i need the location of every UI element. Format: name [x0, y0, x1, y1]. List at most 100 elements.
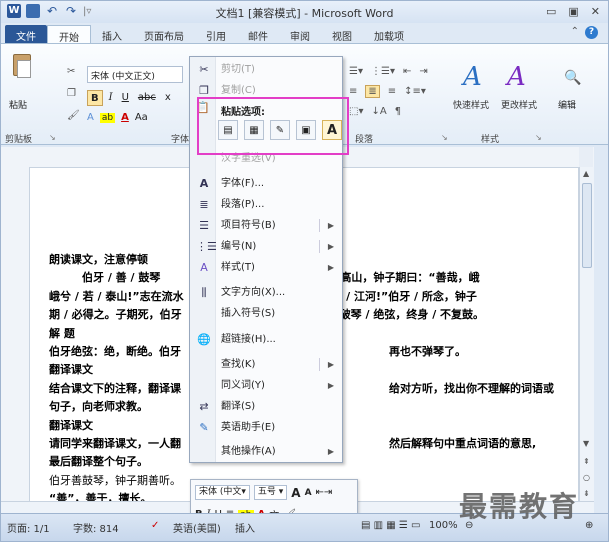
decrease-indent-icon[interactable]: ⇤: [403, 66, 411, 77]
increase-indent-icon[interactable]: ⇥: [419, 66, 427, 77]
text-effect-icon[interactable]: A: [87, 112, 94, 123]
word-window: W ↶ ↷ |▿ 文档1 [兼容模式] - Microsoft Word ▭ ▣…: [0, 0, 609, 542]
status-word-count[interactable]: 字数: 814: [73, 520, 119, 535]
change-styles-icon[interactable]: A: [507, 62, 526, 92]
menu-item-cut[interactable]: ✂ 剪切(T): [190, 59, 342, 80]
edit-label[interactable]: 编辑: [558, 98, 576, 111]
clipboard-launcher-icon[interactable]: ↘: [49, 133, 56, 142]
menu-item-english-assistant[interactable]: ✎ 英语助手(E): [190, 417, 342, 438]
menu-item-translate[interactable]: ⇄ 翻译(S): [190, 396, 342, 417]
styles-icon: A: [200, 261, 208, 274]
font-color-row: A ab A Aa: [87, 112, 148, 123]
grow-font-button[interactable]: A: [291, 486, 300, 500]
scroll-down-icon[interactable]: ▼: [583, 439, 589, 448]
quick-styles-icon[interactable]: A: [463, 62, 482, 92]
menu-item-synonyms[interactable]: 同义词(Y) ▶: [190, 375, 342, 396]
tab-insert[interactable]: 插入: [91, 25, 133, 43]
tab-home[interactable]: 开始: [47, 25, 91, 44]
scroll-up-icon[interactable]: ▲: [583, 169, 589, 178]
paste-options-highlight: [197, 97, 349, 155]
tab-view[interactable]: 视图: [321, 25, 363, 43]
submenu-arrow-icon: ▶: [327, 360, 334, 369]
align-right-icon[interactable]: ≡: [388, 86, 396, 97]
paste-button[interactable]: [9, 50, 35, 84]
format-painter-icon[interactable]: 🖌: [67, 110, 80, 121]
next-page-icon[interactable]: ⇟: [583, 489, 590, 498]
ribbon-right-controls: ⌃ ?: [571, 26, 598, 39]
find-icon[interactable]: 🔍: [564, 70, 581, 86]
mini-indent-icon[interactable]: ⇤⇥: [316, 487, 333, 498]
shrink-font-button[interactable]: A: [305, 488, 312, 498]
copy-icon[interactable]: ❐: [67, 88, 76, 99]
minimize-button[interactable]: ▭: [546, 5, 556, 18]
scroll-thumb[interactable]: [582, 183, 592, 268]
tab-review[interactable]: 审阅: [279, 25, 321, 43]
status-page[interactable]: 页面: 1/1: [7, 520, 50, 535]
status-zoom[interactable]: 100%: [429, 520, 458, 531]
justify-icon[interactable]: ≣: [365, 85, 380, 98]
submenu-arrow-icon: ▶: [327, 447, 334, 456]
quick-styles-label[interactable]: 快速样式: [453, 98, 489, 111]
menu-item-insert-symbol[interactable]: 插入符号(S): [190, 303, 342, 324]
menu-item-bullets[interactable]: ☰ 项目符号(B) ▶: [190, 215, 342, 236]
close-button[interactable]: ✕: [591, 5, 600, 18]
underline-button[interactable]: U: [119, 90, 132, 106]
font-color-button[interactable]: A: [121, 112, 129, 123]
tab-addins[interactable]: 加载项: [363, 25, 415, 43]
ribbon-tabs: 文件 开始 插入 页面布局 引用 邮件 审阅 视图 加载项: [1, 23, 608, 44]
clipboard-group-label: 剪贴板: [5, 135, 33, 145]
font-preview-icon[interactable]: Aa: [135, 112, 148, 123]
shading-icon[interactable]: ⬚▾: [349, 106, 363, 117]
cut-icon[interactable]: ✂: [67, 66, 75, 77]
font-name-box[interactable]: 宋体 (中文正文): [87, 66, 183, 83]
mini-toolbar-row-1: 宋体 (中文▾ 五号 ▾ A A ⇤⇥: [195, 485, 332, 500]
bullets-icon: ☰: [199, 219, 209, 232]
show-marks-icon[interactable]: ¶: [395, 106, 401, 117]
ruler-toggle[interactable]: [579, 147, 593, 167]
vertical-scrollbar[interactable]: ▲ ▼ ⇞ ○ ⇟: [579, 167, 594, 509]
italic-button[interactable]: I: [106, 90, 116, 106]
bullets-icon[interactable]: ☰▾: [349, 66, 363, 77]
menu-item-numbering[interactable]: ⋮☰ 编号(N) ▶: [190, 236, 342, 257]
menu-item-lookup[interactable]: 查找(K) ▶: [190, 354, 342, 375]
tab-references[interactable]: 引用: [195, 25, 237, 43]
tab-file[interactable]: 文件: [5, 25, 47, 43]
proofing-icon[interactable]: ✓: [151, 520, 159, 531]
font-icon: A: [199, 177, 209, 190]
status-language[interactable]: 英语(美国): [173, 520, 221, 535]
help-icon[interactable]: ?: [585, 26, 598, 39]
title-bar: W ↶ ↷ |▿ 文档1 [兼容模式] - Microsoft Word ▭ ▣…: [1, 1, 608, 23]
superscript-button[interactable]: x: [162, 90, 174, 106]
browse-object-icon[interactable]: ○: [583, 473, 590, 482]
sort-icon[interactable]: ↓A: [371, 106, 386, 117]
menu-item-other-actions[interactable]: 其他操作(A) ▶: [190, 441, 342, 462]
highlight-button[interactable]: ab: [99, 112, 116, 123]
line-spacing-icon[interactable]: ↕≡▾: [404, 86, 426, 97]
paragraph-icon: ≣: [199, 198, 209, 211]
mini-size-box[interactable]: 五号 ▾: [253, 485, 288, 500]
styles-launcher-icon[interactable]: ↘: [535, 133, 542, 142]
change-styles-label[interactable]: 更改样式: [501, 98, 537, 111]
align-left-icon[interactable]: ≡: [349, 86, 357, 97]
ribbon-collapse-icon[interactable]: ⌃: [571, 26, 579, 39]
maximize-button[interactable]: ▣: [568, 5, 578, 18]
mini-font-box[interactable]: 宋体 (中文▾: [195, 485, 250, 500]
bold-button[interactable]: B: [87, 90, 103, 106]
menu-item-paragraph[interactable]: ≣ 段落(P)...: [190, 194, 342, 215]
status-insert-mode[interactable]: 插入: [235, 520, 255, 535]
tab-page-layout[interactable]: 页面布局: [133, 25, 195, 43]
text-direction-icon: ⫼: [201, 286, 207, 299]
prev-page-icon[interactable]: ⇞: [583, 457, 590, 466]
hyperlink-icon: 🌐: [197, 333, 211, 346]
view-buttons[interactable]: ▤ ▥ ▦ ☰ ▭: [361, 520, 420, 531]
tab-mailings[interactable]: 邮件: [237, 25, 279, 43]
strikethrough-button[interactable]: abc: [135, 90, 159, 106]
menu-item-styles[interactable]: A 样式(T) ▶: [190, 257, 342, 278]
menu-item-hyperlink[interactable]: 🌐 超链接(H)...: [190, 329, 342, 350]
english-assistant-icon: ✎: [199, 421, 209, 434]
zoom-in-icon[interactable]: ⊕: [585, 520, 593, 531]
menu-item-font[interactable]: A 字体(F)...: [190, 173, 342, 194]
menu-item-text-direction[interactable]: ⫼ 文字方向(X)...: [190, 282, 342, 303]
numbering-icon[interactable]: ⋮☰▾: [371, 66, 395, 77]
paragraph-launcher-icon[interactable]: ↘: [441, 133, 448, 142]
